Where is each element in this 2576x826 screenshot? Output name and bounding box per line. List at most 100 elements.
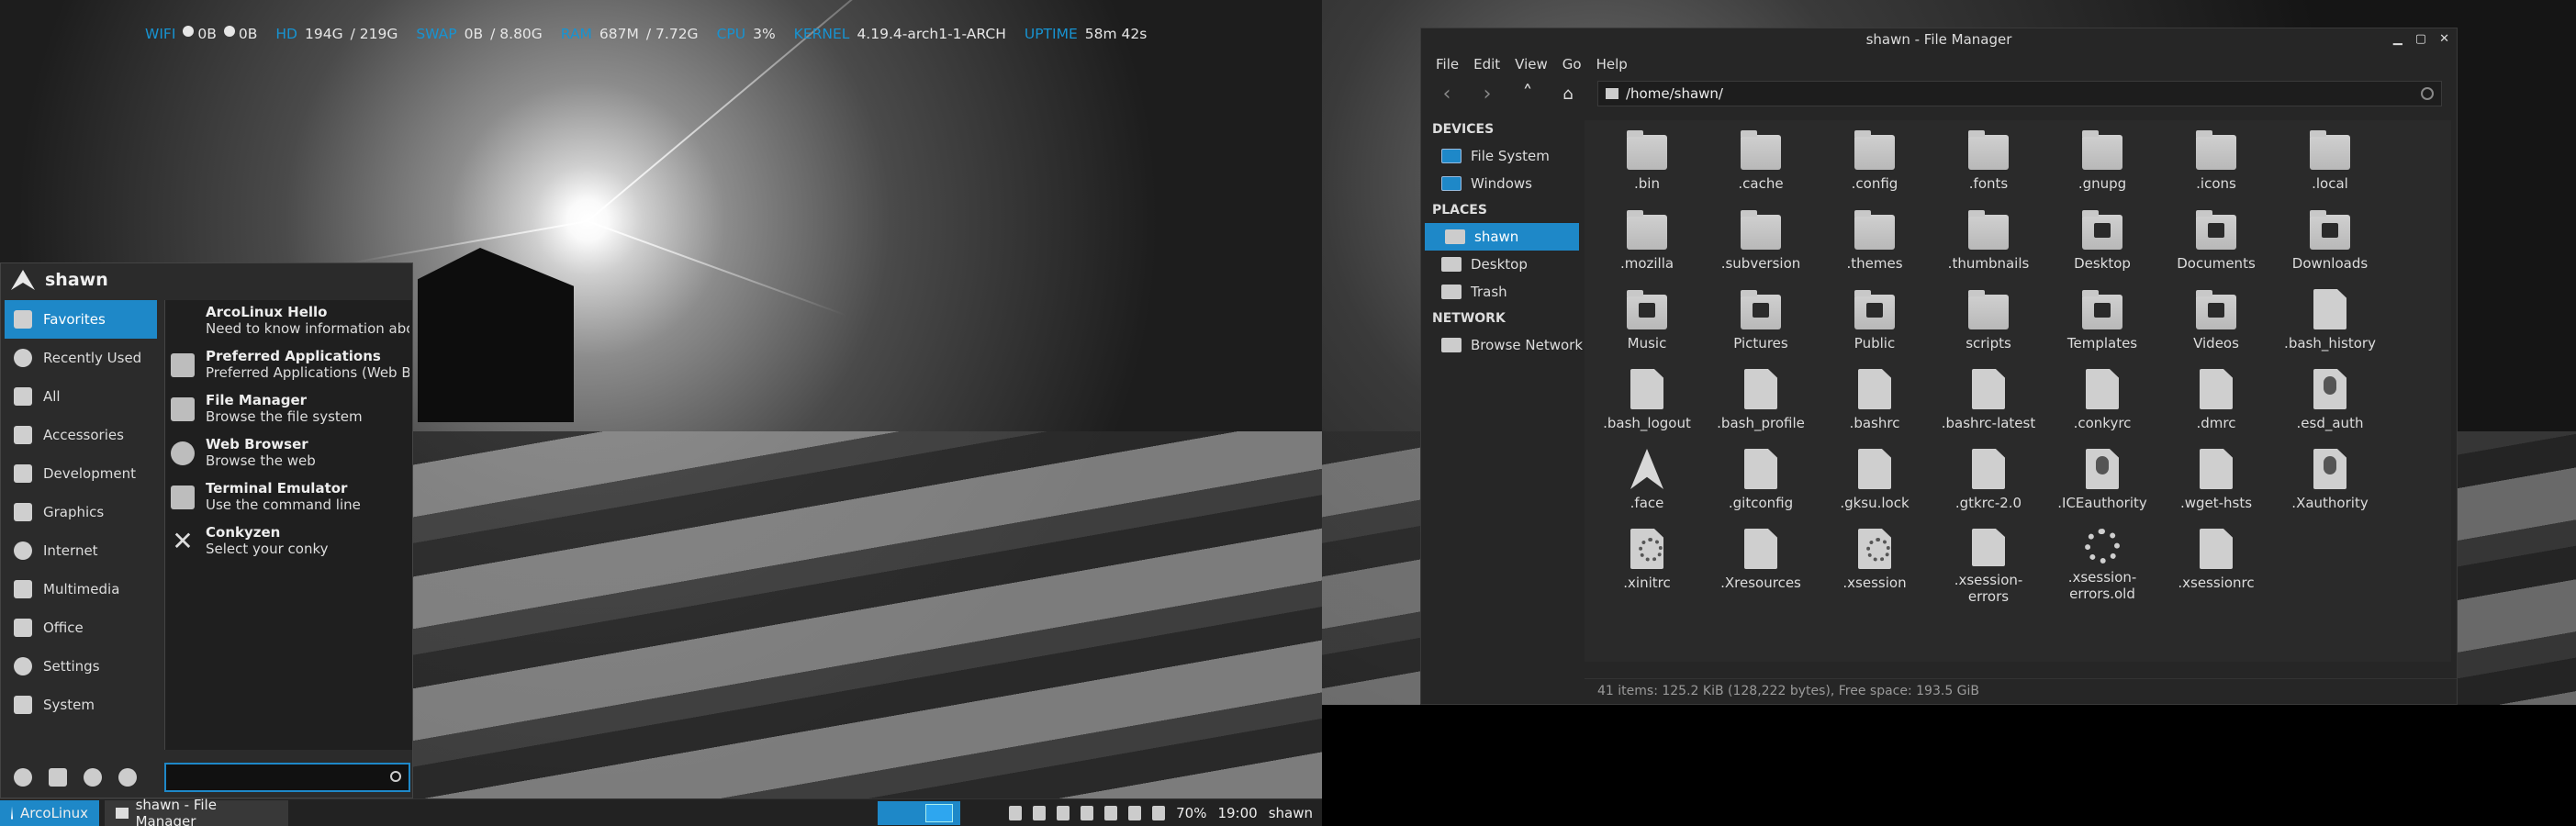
file-item[interactable]: .bash_logout	[1590, 365, 1704, 445]
app-terminal-emulator[interactable]: Terminal Emulator Use the command line	[165, 476, 412, 520]
sidebar-item-desktop[interactable]: Desktop	[1421, 251, 1583, 278]
reload-icon[interactable]	[2421, 87, 2434, 100]
file-item[interactable]: .subversion	[1704, 206, 1818, 285]
file-item[interactable]: .conkyrc	[2045, 365, 2159, 445]
menu-file[interactable]: File	[1436, 56, 1459, 73]
sidebar-item-browse-network[interactable]: Browse Network	[1421, 331, 1583, 359]
file-item[interactable]: Downloads	[2273, 206, 2387, 285]
up-icon[interactable]: ˄	[1517, 83, 1539, 106]
file-item[interactable]: .bash_history	[2273, 285, 2387, 365]
category-office[interactable]: Office	[1, 608, 162, 647]
category-settings[interactable]: Settings	[1, 647, 162, 686]
menu-go[interactable]: Go	[1562, 56, 1582, 73]
file-item[interactable]: .xsession-errors.old	[2045, 525, 2159, 605]
file-item[interactable]: .gnupg	[2045, 126, 2159, 206]
battery-icon[interactable]	[1152, 806, 1166, 820]
file-item[interactable]: .gksu.lock	[1818, 445, 1932, 525]
file-item[interactable]: Videos	[2159, 285, 2273, 365]
menu-view[interactable]: View	[1515, 56, 1548, 73]
workspace-active[interactable]	[925, 804, 953, 822]
minimize-icon[interactable]: ▁	[2393, 28, 2402, 50]
file-item[interactable]: .gitconfig	[1704, 445, 1818, 525]
start-button[interactable]: ArcoLinux	[0, 799, 99, 826]
sidebar-item-shawn[interactable]: shawn	[1425, 223, 1579, 251]
bluetooth-icon[interactable]	[1009, 806, 1023, 820]
file-item[interactable]: Public	[1818, 285, 1932, 365]
category-graphics[interactable]: Graphics	[1, 493, 162, 531]
menu-help[interactable]: Help	[1596, 56, 1628, 73]
file-name: .xinitrc	[1623, 575, 1671, 591]
file-item[interactable]: .dmrc	[2159, 365, 2273, 445]
close-icon[interactable]: ✕	[2439, 28, 2449, 50]
settings-icon[interactable]	[14, 768, 32, 787]
category-accessories[interactable]: Accessories	[1, 416, 162, 454]
clock[interactable]: 19:00	[1217, 805, 1257, 821]
file-item[interactable]: .face	[1590, 445, 1704, 525]
taskbar-file-manager[interactable]: shawn - File Manager	[105, 797, 288, 826]
file-item[interactable]: .wget-hsts	[2159, 445, 2273, 525]
forward-icon[interactable]: ›	[1476, 83, 1498, 106]
lock-icon[interactable]	[49, 768, 67, 787]
file-item[interactable]: .xsession	[1818, 525, 1932, 605]
maximize-icon[interactable]: ▢	[2415, 28, 2426, 50]
update-icon[interactable]	[1104, 806, 1118, 820]
sidebar-item-trash[interactable]: Trash	[1421, 278, 1583, 306]
file-item[interactable]: .local	[2273, 126, 2387, 206]
app-conkyzen[interactable]: ✕ Conkyzen Select your conky	[165, 520, 412, 564]
file-item[interactable]: .gtkrc-2.0	[1932, 445, 2045, 525]
file-item[interactable]: .ICEauthority	[2045, 445, 2159, 525]
file-item[interactable]: scripts	[1932, 285, 2045, 365]
switch-user-icon[interactable]	[84, 768, 102, 787]
file-item[interactable]: .config	[1818, 126, 1932, 206]
file-item[interactable]: Desktop	[2045, 206, 2159, 285]
category-recently-used[interactable]: Recently Used	[1, 339, 162, 377]
file-item[interactable]: .bash_profile	[1704, 365, 1818, 445]
file-item[interactable]: .mozilla	[1590, 206, 1704, 285]
app-web-browser[interactable]: Web Browser Browse the web	[165, 432, 412, 476]
app-preferred-applications[interactable]: Preferred Applications Preferred Applicat…	[165, 344, 412, 388]
shield-icon[interactable]	[1081, 806, 1094, 820]
sidebar-item-file-system[interactable]: File System	[1421, 142, 1583, 170]
category-development[interactable]: Development	[1, 454, 162, 493]
logout-icon[interactable]	[118, 768, 137, 787]
category-multimedia[interactable]: Multimedia	[1, 570, 162, 608]
file-item[interactable]: .fonts	[1932, 126, 2045, 206]
category-all[interactable]: All	[1, 377, 162, 416]
category-system[interactable]: System	[1, 686, 162, 724]
file-item[interactable]: .bashrc-latest	[1932, 365, 2045, 445]
clipboard-icon[interactable]	[1033, 806, 1047, 820]
location-bar[interactable]: /home/shawn/	[1597, 81, 2442, 106]
file-item[interactable]: .Xauthority	[2273, 445, 2387, 525]
panel-user[interactable]: shawn	[1269, 805, 1313, 821]
file-item[interactable]: Pictures	[1704, 285, 1818, 365]
file-item[interactable]: .xinitrc	[1590, 525, 1704, 605]
menu-edit[interactable]: Edit	[1473, 56, 1500, 73]
menu-search[interactable]	[164, 763, 410, 792]
back-icon[interactable]: ‹	[1436, 83, 1458, 106]
app-arcolinux-hello[interactable]: ArcoLinux Hello Need to know information …	[165, 300, 412, 344]
sidebar-item-windows[interactable]: Windows	[1421, 170, 1583, 197]
app-file-manager[interactable]: File Manager Browse the file system	[165, 388, 412, 432]
home-icon[interactable]: ⌂	[1557, 84, 1579, 104]
file-item[interactable]: Music	[1590, 285, 1704, 365]
workspace-switcher[interactable]	[878, 801, 960, 825]
search-input[interactable]	[166, 765, 409, 790]
file-item[interactable]: .Xresources	[1704, 525, 1818, 605]
conky-hd-total: / 219G	[350, 26, 398, 42]
category-favorites[interactable]: Favorites	[5, 300, 157, 339]
volume-icon[interactable]	[1128, 806, 1142, 820]
file-item[interactable]: .bashrc	[1818, 365, 1932, 445]
file-item[interactable]: .bin	[1590, 126, 1704, 206]
window-titlebar[interactable]: shawn - File Manager ▁ ▢ ✕	[1421, 28, 2457, 50]
file-item[interactable]: .thumbnails	[1932, 206, 2045, 285]
file-item[interactable]: .icons	[2159, 126, 2273, 206]
network-icon[interactable]	[1057, 806, 1070, 820]
file-item[interactable]: .xsessionrc	[2159, 525, 2273, 605]
file-item[interactable]: .esd_auth	[2273, 365, 2387, 445]
file-item[interactable]: Documents	[2159, 206, 2273, 285]
file-item[interactable]: Templates	[2045, 285, 2159, 365]
category-internet[interactable]: Internet	[1, 531, 162, 570]
file-item[interactable]: .cache	[1704, 126, 1818, 206]
file-item[interactable]: .xsession-errors	[1932, 525, 2045, 605]
file-item[interactable]: .themes	[1818, 206, 1932, 285]
